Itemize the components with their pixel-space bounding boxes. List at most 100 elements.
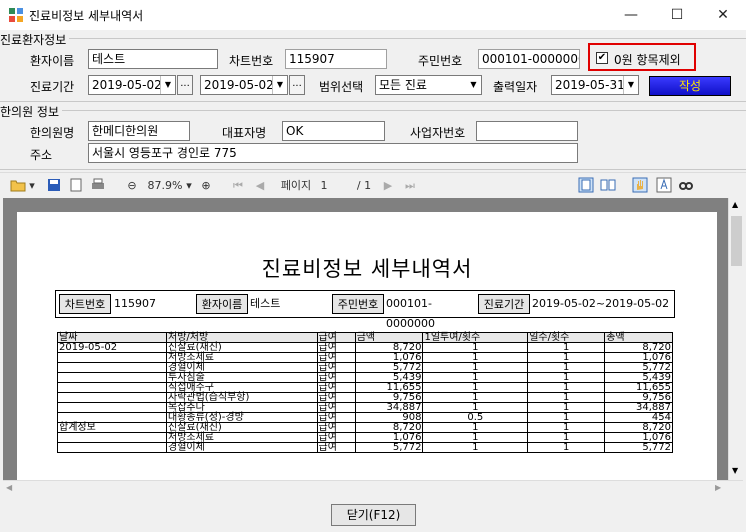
print-icon[interactable]: [90, 177, 106, 193]
period-from-picker-button[interactable]: ...: [177, 75, 193, 95]
table-cell: 1: [527, 342, 606, 353]
minimize-button[interactable]: —: [608, 0, 654, 30]
text-select-icon[interactable]: [656, 177, 672, 193]
open-folder-icon[interactable]: [10, 177, 26, 193]
scroll-left-icon[interactable]: ◀: [6, 483, 12, 492]
table-cell: 경혈이체: [166, 442, 318, 453]
representative-field[interactable]: OK: [282, 121, 385, 141]
period-to-picker-button[interactable]: ...: [289, 75, 305, 95]
zoom-in-icon[interactable]: ⊕: [198, 178, 214, 194]
table-cell: 급여: [316, 412, 356, 423]
prev-page-icon[interactable]: ◀: [252, 178, 268, 194]
table-cell: 경혈이체: [166, 362, 318, 373]
table-cell: 복잡추나: [166, 402, 318, 413]
table-header-cell: 일수/횟수: [527, 332, 606, 343]
table-header-cell: 1일투여/횟수: [422, 332, 529, 343]
chevron-down-icon[interactable]: ▾: [184, 178, 194, 194]
exclude-zero-checkbox[interactable]: ✔: [596, 52, 608, 64]
zoom-level[interactable]: 87.9%: [146, 178, 184, 194]
table-row: 대황종류(정)-경방 급여 908 0.5 1 454: [57, 412, 673, 423]
table-cell: [57, 432, 167, 443]
document-title: 진료비정보 세부내역서: [261, 257, 473, 281]
table-cell: 1,076: [604, 352, 673, 363]
find-icon[interactable]: [678, 177, 694, 193]
maximize-button[interactable]: ☐: [654, 0, 700, 30]
info-name-value: 테스트: [250, 297, 281, 310]
table-cell: 1: [527, 422, 606, 433]
exclude-zero-label[interactable]: 0원 항목제외: [614, 51, 681, 68]
info-id-header: 주민번호: [332, 294, 384, 314]
table-cell: 1,076: [604, 432, 673, 443]
table-cell: [57, 352, 167, 363]
close-window-button[interactable]: ✕: [700, 0, 746, 30]
table-cell: 급여: [316, 362, 356, 373]
period-to-date[interactable]: 2019-05-02 ▼: [200, 75, 288, 95]
info-chart-value: 115907: [114, 297, 156, 310]
table-cell: 1: [422, 382, 529, 393]
report-viewer[interactable]: 진료비정보 세부내역서 차트번호 115907 환자이름 테스트 주민번호 00…: [3, 198, 728, 480]
scroll-up-icon[interactable]: ▲: [732, 200, 738, 209]
representative-label: 대표자명: [222, 126, 267, 140]
first-page-icon[interactable]: ⏮: [230, 178, 246, 194]
table-cell: 11,655: [604, 382, 673, 393]
table-cell: 급여: [316, 422, 356, 433]
patient-name-field[interactable]: 테스트: [88, 49, 218, 69]
table-cell: [57, 402, 167, 413]
clinic-name-field[interactable]: 한메디한의원: [88, 121, 190, 141]
table-cell: 1: [422, 352, 529, 363]
table-cell: 5,772: [604, 442, 673, 453]
scroll-thumb[interactable]: [731, 216, 742, 266]
table-row: 복잡추나 급여 34,887 1 1 34,887: [57, 402, 673, 413]
table-cell: 진찰료(재진): [166, 342, 318, 353]
period-from-value: 2019-05-02: [92, 78, 162, 92]
close-button[interactable]: 닫기(F12): [331, 504, 416, 526]
hand-tool-icon[interactable]: [632, 177, 648, 193]
table-cell: 908: [354, 412, 424, 423]
business-number-field[interactable]: [476, 121, 578, 141]
info-period-value: 2019-05-02~2019-05-02: [532, 297, 670, 310]
zoom-out-icon[interactable]: ⊖: [124, 178, 140, 194]
scroll-down-icon[interactable]: ▼: [732, 466, 738, 475]
single-page-view-icon[interactable]: [578, 177, 594, 193]
chevron-down-icon[interactable]: ▾: [28, 178, 36, 194]
vertical-scrollbar[interactable]: ▲ ▼: [728, 198, 743, 480]
chevron-down-icon[interactable]: ▼: [466, 76, 481, 94]
table-cell: 34,887: [604, 402, 673, 413]
save-icon[interactable]: [46, 177, 62, 193]
range-select[interactable]: 모든 진료 ▼: [375, 75, 482, 95]
clinic-name-label: 한의원명: [30, 126, 75, 140]
table-cell: 급여: [316, 342, 356, 353]
horizontal-scrollbar[interactable]: ◀ ▶: [3, 480, 743, 496]
business-number-label: 사업자번호: [410, 126, 466, 140]
table-cell: 대황종류(정)-경방: [166, 412, 318, 423]
period-from-date[interactable]: 2019-05-02 ▼: [88, 75, 176, 95]
chevron-down-icon[interactable]: ▼: [623, 76, 638, 94]
page-icon[interactable]: [68, 177, 84, 193]
table-cell: 1,076: [354, 432, 424, 443]
print-date-field[interactable]: 2019-05-31 ▼: [551, 75, 639, 95]
viewer-toolbar: ▾ ⊖ 87.9% ▾ ⊕ ⏮ ◀ 페이지 1 / 1 ▶ ⏭: [0, 172, 746, 199]
period-to-value: 2019-05-02: [204, 78, 274, 92]
chart-number-field[interactable]: 115907: [285, 49, 387, 69]
create-button[interactable]: 작성: [649, 76, 731, 96]
table-cell: 자락관법(습식부항): [166, 392, 318, 403]
next-page-icon[interactable]: ▶: [380, 178, 396, 194]
table-cell: 급여: [316, 352, 356, 363]
table-cell: 투자침술: [166, 372, 318, 383]
chevron-down-icon[interactable]: ▼: [272, 76, 287, 94]
table-row: 합계정보 진찰료(재진) 급여 8,720 1 1 8,720: [57, 422, 673, 433]
table-cell: 454: [604, 412, 673, 423]
scroll-right-icon[interactable]: ▶: [715, 483, 721, 492]
table-cell: [57, 392, 167, 403]
table-cell: 0.5: [422, 412, 529, 423]
page-current[interactable]: 1: [318, 178, 330, 194]
last-page-icon[interactable]: ⏭: [402, 178, 418, 194]
table-cell: 1,076: [354, 352, 424, 363]
info-chart-header: 차트번호: [59, 294, 111, 314]
chevron-down-icon[interactable]: ▼: [160, 76, 175, 94]
multi-page-view-icon[interactable]: [600, 177, 616, 193]
table-cell: 5,772: [354, 362, 424, 373]
resident-id-field[interactable]: 000101-0000000: [478, 49, 580, 69]
address-field[interactable]: 서울시 영등포구 경인로 775: [88, 143, 578, 163]
document-info-bar: 차트번호 115907 환자이름 테스트 주민번호 000101-0000000…: [55, 290, 675, 330]
